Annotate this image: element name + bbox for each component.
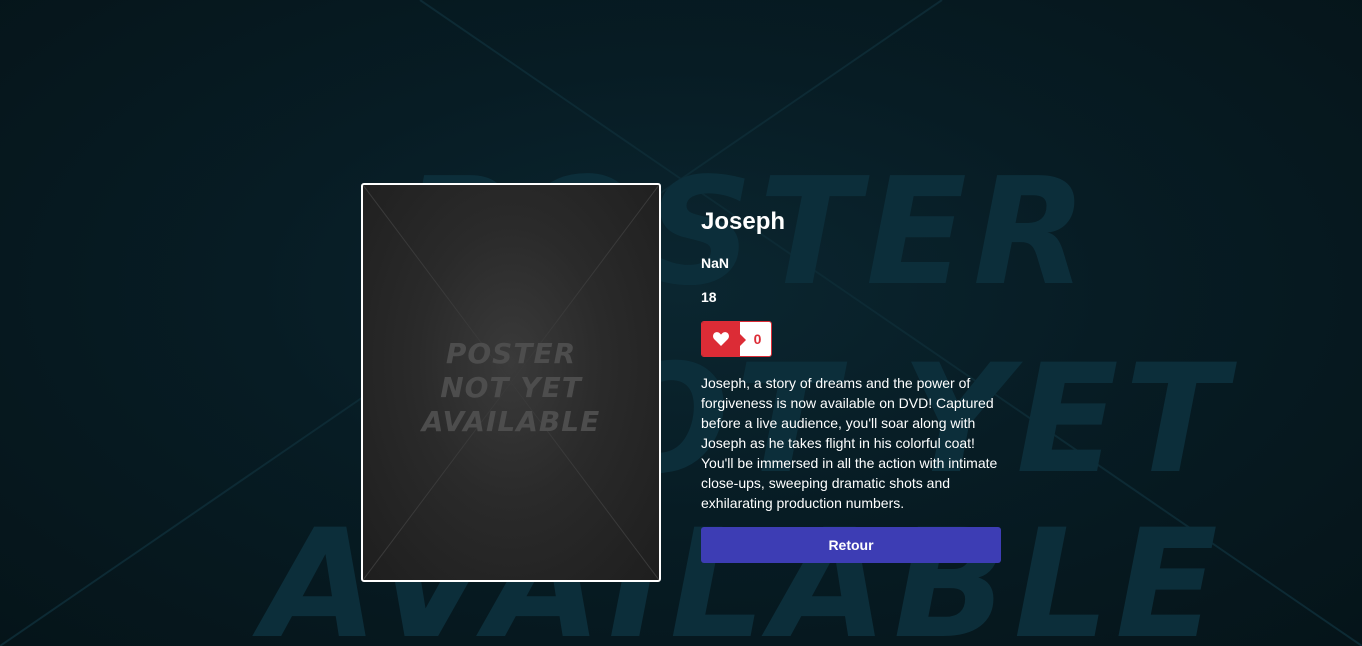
back-button[interactable]: Retour [701, 527, 1001, 563]
poster-text-line: POSTER [445, 337, 577, 370]
background-poster-image: POSTER NOT YET AVAILABLE [0, 0, 1362, 646]
movie-poster: POSTER NOT YET AVAILABLE [361, 183, 661, 582]
poster-text-line: NOT YET [440, 371, 582, 404]
like-button[interactable]: 0 [701, 321, 772, 357]
heart-icon [702, 322, 746, 356]
movie-description: Joseph, a story of dreams and the power … [701, 375, 998, 511]
movie-release: NaN [701, 255, 730, 271]
movie-title: Joseph [701, 208, 786, 235]
poster-text-line: AVAILABLE [421, 405, 601, 438]
movie-details: Joseph NaN 18 0 Joseph, a story of dream… [701, 205, 1001, 563]
movie-rating: 18 [701, 289, 717, 305]
poster-placeholder-text: POSTER NOT YET AVAILABLE [363, 337, 659, 439]
